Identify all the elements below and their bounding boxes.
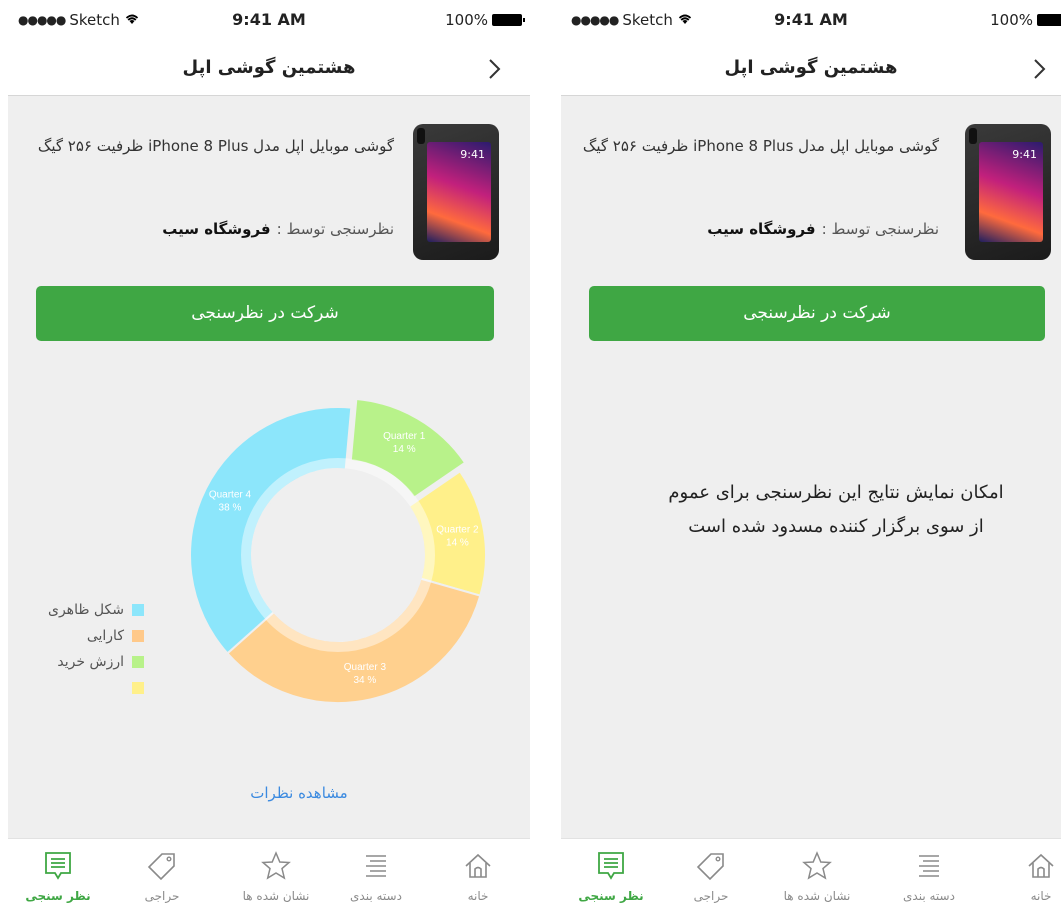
survey-results-screen: ●●●●● Sketch 9:41 AM 100% هشتمین گوشی اپل…: [8, 0, 530, 918]
product-name: گوشی موبایل اپل مدل iPhone 8 Plus ظرفیت …: [582, 137, 939, 155]
surveyor-name: فروشگاه سیب: [707, 220, 816, 238]
nav-bar: هشتمین گوشی اپل: [8, 44, 530, 96]
tab-categories[interactable]: دسته بندی: [879, 849, 979, 903]
tab-auction[interactable]: حراجی: [661, 849, 761, 903]
survey-icon: [45, 852, 71, 880]
survey-icon: [598, 852, 624, 880]
product-name: گوشی موبایل اپل مدل iPhone 8 Plus ظرفیت …: [37, 137, 394, 155]
join-survey-button[interactable]: شرکت در نظرسنجی: [589, 286, 1045, 341]
slice-label: Quarter 3: [344, 662, 387, 673]
tag-icon: [696, 853, 724, 881]
view-comments-link[interactable]: مشاهده نظرات: [8, 784, 530, 802]
legend-item: کارایی: [48, 623, 144, 649]
product-image: 9:41: [965, 124, 1051, 260]
legend-swatch: [132, 656, 144, 668]
slice-label: Quarter 1: [383, 431, 426, 442]
surveyor-line: نظرسنجی توسط : فروشگاه سیب: [26, 220, 394, 238]
status-bar: ●●●●● Sketch 9:41 AM 100%: [8, 0, 530, 44]
survey-restricted-screen: ●●●●● Sketch 9:41 AM 100% هشتمین گوشی اپل…: [561, 0, 1061, 918]
join-survey-button[interactable]: شرکت در نظرسنجی: [36, 286, 494, 341]
list-icon: [366, 855, 386, 877]
product-image: 9:41: [413, 124, 499, 260]
slice-value-label: 34 %: [353, 675, 376, 686]
donut-inner-ring: [241, 458, 435, 652]
tab-bar: خانه دسته بندی نشان شده ها حراجی نظر سنج…: [561, 838, 1061, 918]
slice-label: Quarter 4: [209, 490, 252, 501]
list-icon: [919, 855, 939, 877]
page-title: هشتمین گوشی اپل: [724, 57, 898, 78]
slice-value-label: 38 %: [219, 503, 242, 514]
back-chevron-icon[interactable]: [484, 54, 504, 84]
camera-icon: [969, 128, 977, 144]
slice-label: Quarter 2: [436, 525, 479, 536]
back-chevron-icon[interactable]: [1029, 54, 1049, 84]
camera-icon: [417, 128, 425, 144]
legend-swatch: [132, 604, 144, 616]
results-donut-chart: Quarter 1 14 % Quarter 2 14 % Quarter 3 34 % Q…: [189, 397, 487, 704]
tab-bookmarks[interactable]: نشان شده ها: [767, 849, 867, 903]
page-title: هشتمین گوشی اپل: [182, 57, 356, 78]
legend-swatch: [132, 682, 144, 694]
chart-legend: شکل ظاهری کارایی ارزش خرید: [48, 597, 144, 701]
battery-icon: [1037, 14, 1061, 26]
results-restricted-message: امکان نمایش نتایج این نظرسنجی برای عموم …: [668, 482, 1004, 537]
slice-value-label: 14 %: [393, 444, 416, 455]
nav-bar: هشتمین گوشی اپل: [561, 44, 1061, 96]
legend-item: [48, 675, 144, 701]
surveyor-label: نظرسنجی توسط :: [276, 220, 394, 238]
surveyor-line: نظرسنجی توسط : فروشگاه سیب: [579, 220, 939, 238]
tab-bookmarks[interactable]: نشان شده ها: [226, 849, 326, 903]
status-bar: ●●●●● Sketch 9:41 AM 100%: [561, 0, 1061, 44]
star-icon: [802, 851, 832, 880]
battery-icon: [492, 14, 525, 26]
legend-item: ارزش خرید: [48, 649, 144, 675]
tab-survey[interactable]: نظر سنجی: [8, 849, 108, 903]
battery-percent: 100%: [990, 11, 1033, 29]
tab-home[interactable]: خانه: [991, 849, 1061, 903]
home-icon: [465, 853, 491, 878]
surveyor-label: نظرسنجی توسط :: [821, 220, 939, 238]
surveyor-name: فروشگاه سیب: [162, 220, 271, 238]
tab-auction[interactable]: حراجی: [112, 849, 212, 903]
status-time: 9:41 AM: [774, 10, 848, 29]
tab-survey[interactable]: نظر سنجی: [561, 849, 661, 903]
battery-percent: 100%: [445, 11, 488, 29]
tab-home[interactable]: خانه: [428, 849, 528, 903]
slice-value-label: 14 %: [446, 538, 469, 549]
legend-item: شکل ظاهری: [48, 597, 144, 623]
tag-icon: [147, 853, 175, 881]
tab-bar: خانه دسته بندی نشان شده ها حراجی نظر سنج…: [8, 838, 530, 918]
home-icon: [1028, 853, 1054, 878]
legend-swatch: [132, 630, 144, 642]
star-icon: [261, 851, 291, 880]
tab-categories[interactable]: دسته بندی: [326, 849, 426, 903]
